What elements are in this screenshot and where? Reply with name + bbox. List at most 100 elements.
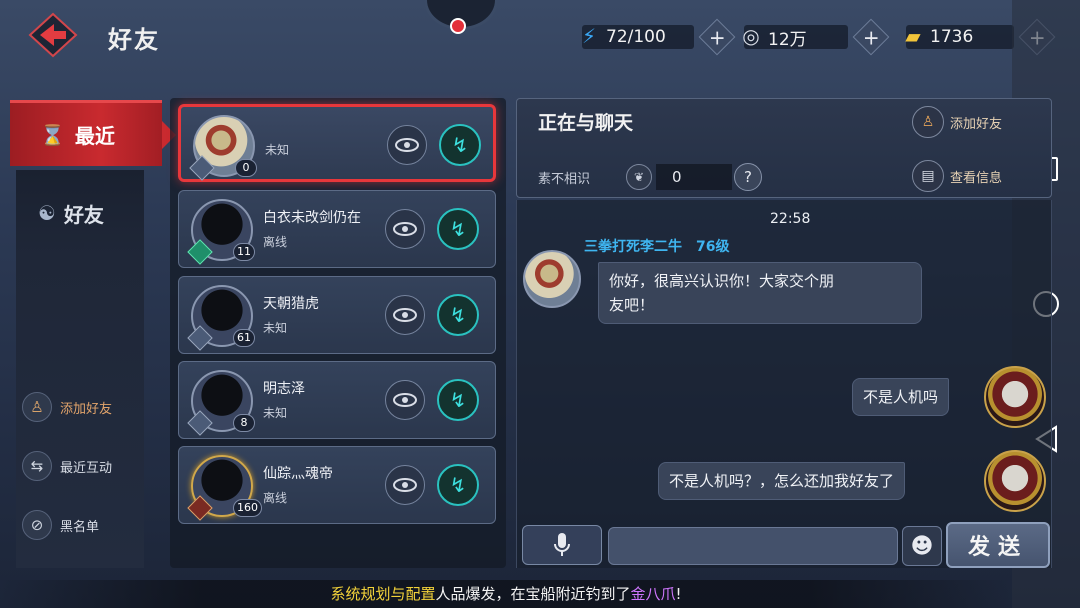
chat-button[interactable]: ↯ [437, 208, 479, 250]
help-button[interactable]: ? [734, 163, 762, 191]
send-button[interactable]: 发送 [946, 522, 1050, 568]
view-profile-button[interactable] [385, 209, 425, 249]
level-badge: 160 [233, 499, 262, 517]
chat-add-friend-label: 添加好友 [950, 116, 1003, 132]
friend-status: 未知 [265, 143, 290, 157]
blacklist-link[interactable]: ⊘ 黑名单 [22, 510, 99, 540]
sender-avatar[interactable] [523, 250, 581, 308]
emoji-icon: ☻ [910, 533, 934, 559]
level-badge: 61 [233, 329, 255, 347]
tab-friends-label: 好友 [63, 202, 104, 227]
add-user-icon: ♙ [912, 106, 944, 138]
coin-resource: ◎ 12万 + [742, 18, 890, 56]
view-profile-button[interactable] [385, 380, 425, 420]
gold-ingot-icon: ▰ [905, 24, 921, 48]
friend-row[interactable]: 0 未知 ↯ [178, 104, 496, 182]
message-bubble: 不是人机吗 [852, 378, 950, 416]
level-badge: 8 [233, 414, 255, 432]
chat-bolt-icon: ↯ [449, 303, 467, 327]
friend-row[interactable]: 61 天朝猎虎 未知 ↯ [178, 276, 496, 354]
profile-card-icon: ▤ [912, 160, 944, 192]
coin-value: 12万 [768, 29, 807, 50]
lightning-icon: ⚡ [581, 24, 597, 48]
view-profile-button[interactable] [387, 125, 427, 165]
back-button[interactable] [28, 12, 78, 58]
friend-name: 仙踪灬魂帝 [263, 466, 333, 482]
microphone-icon [554, 533, 570, 556]
add-energy-button[interactable]: + [698, 18, 736, 56]
chat-bolt-icon: ↯ [449, 388, 467, 412]
message-text: 不是人机吗？，怎么还加我好友了 [669, 472, 895, 490]
friend-status: 未知 [263, 321, 288, 335]
blacklist-label: 黑名单 [60, 519, 100, 535]
ticker-item: 金八爪 [630, 585, 676, 603]
add-user-icon: ♙ [22, 392, 52, 422]
side-add-friend-link[interactable]: ♙ 添加好友 [22, 392, 112, 422]
side-add-friend-label: 添加好友 [60, 401, 113, 417]
ticker-player: 系统规划与配置 [330, 585, 436, 603]
add-coins-button[interactable]: + [852, 18, 890, 56]
page-title: 好友 [108, 26, 160, 54]
friends-icon: ☯ [38, 201, 56, 225]
chat-button[interactable]: ↯ [439, 124, 481, 166]
back-arrow-icon [28, 12, 78, 58]
eye-icon [393, 222, 417, 236]
message-text-line: 你好，很高兴认识你！大家交个朋 [609, 272, 835, 290]
emoji-button[interactable]: ☻ [902, 526, 942, 566]
friend-name: 天朝猎虎 [263, 296, 319, 312]
chat-add-friend-button[interactable]: ♙ 添加好友 [912, 106, 1002, 138]
view-info-button[interactable]: ▤ 查看信息 [912, 160, 1002, 192]
chat-bolt-icon: ↯ [449, 473, 467, 497]
system-ticker: 系统规划与配置人品爆发，在宝船附近钓到了金八爪! [0, 580, 1012, 608]
friend-name: 白衣未改剑仍在 [263, 210, 361, 226]
message-text: 不是人机吗 [863, 388, 939, 406]
energy-value: 72/100 [606, 27, 666, 47]
tab-friends[interactable]: ☯ 好友 [16, 170, 144, 256]
recent-interaction-link[interactable]: ⇆ 最近互动 [22, 451, 112, 481]
friend-name: 明志泽 [263, 381, 305, 397]
recent-interaction-label: 最近互动 [60, 460, 113, 476]
friend-status: 离线 [263, 235, 288, 249]
eye-icon [393, 308, 417, 322]
friend-row[interactable]: 11 白衣未改剑仍在 离线 ↯ [178, 190, 496, 268]
energy-resource: ⚡ 72/100 + [582, 18, 736, 56]
chat-button[interactable]: ↯ [437, 464, 479, 506]
message-bubble: 你好，很高兴认识你！大家交个朋 友吧！ [598, 262, 922, 324]
relation-icon: ❦ [626, 164, 652, 190]
level-badge: 11 [233, 243, 255, 261]
chat-button[interactable]: ↯ [437, 379, 479, 421]
message-bubble: 不是人机吗？，怎么还加我好友了 [658, 462, 906, 500]
ticker-text: 人品爆发，在宝船附近钓到了 [435, 585, 631, 603]
ticker-end: ! [675, 585, 682, 603]
chat-bolt-icon: ↯ [451, 133, 469, 157]
message-input[interactable] [608, 527, 898, 565]
my-avatar[interactable] [984, 450, 1046, 512]
view-info-label: 查看信息 [950, 170, 1003, 186]
view-profile-button[interactable] [385, 465, 425, 505]
hourglass-icon: ⌛ [40, 122, 65, 147]
eye-icon [393, 478, 417, 492]
friend-row[interactable]: 160 仙踪灬魂帝 离线 ↯ [178, 446, 496, 524]
view-profile-button[interactable] [385, 295, 425, 335]
message-time: 22:58 [770, 211, 811, 227]
notification-dot [450, 18, 466, 34]
chat-button[interactable]: ↯ [437, 294, 479, 336]
tab-recent-label: 最近 [74, 124, 115, 148]
block-icon: ⊘ [22, 510, 52, 540]
eye-icon [393, 393, 417, 407]
my-avatar[interactable] [984, 366, 1046, 428]
chat-title: 正在与聊天 [538, 112, 634, 134]
eye-icon [395, 138, 419, 152]
gold-value: 1736 [930, 27, 974, 47]
level-badge: 0 [235, 159, 257, 177]
relation-value: 0 [656, 164, 732, 190]
tab-recent[interactable]: ⌛ 最近 [10, 100, 176, 166]
relation-label: 素不相识 [538, 172, 591, 187]
friend-status: 离线 [263, 491, 288, 505]
friend-row[interactable]: 8 明志泽 未知 ↯ [178, 361, 496, 439]
coin-icon: ◎ [742, 24, 760, 48]
interaction-icon: ⇆ [22, 451, 52, 481]
friend-status: 未知 [263, 406, 288, 420]
voice-button[interactable] [522, 525, 602, 565]
sender-name: 三拳打死李二牛 76级 [584, 239, 730, 255]
